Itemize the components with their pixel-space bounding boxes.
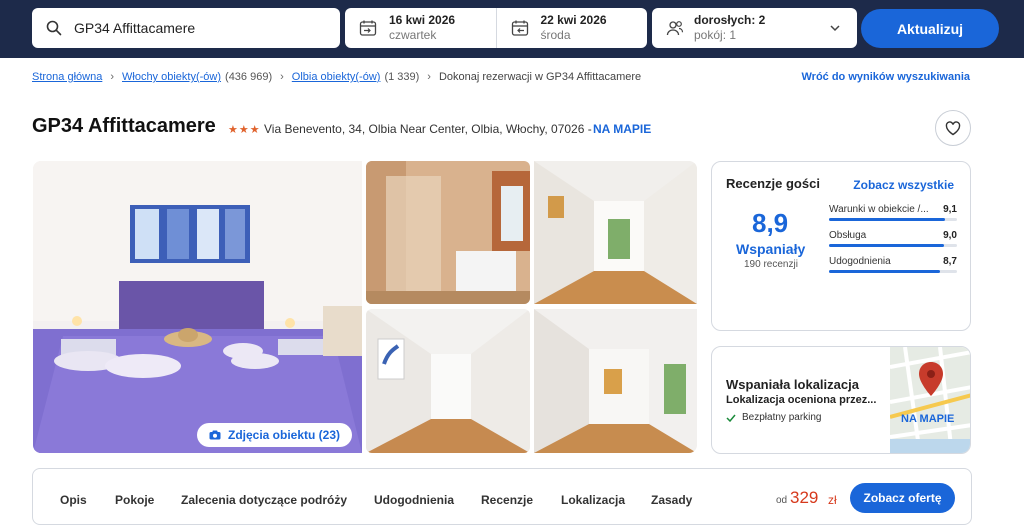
nav-tab-amenities[interactable]: Udogodnienia: [374, 493, 454, 507]
camera-icon: [209, 430, 221, 440]
nav-tab-policies[interactable]: Zasady: [651, 493, 692, 507]
breadcrumb-separator: ›: [110, 71, 114, 83]
top-search-bar: GP34 Affittacamere 16 kwi 2026 czwartek …: [0, 0, 1024, 58]
calendar-out-icon: [511, 20, 528, 36]
map-label[interactable]: NA MAPIE: [901, 413, 954, 425]
guests-rooms: pokój: 1: [694, 28, 737, 42]
review-count: 190 recenzji: [744, 259, 798, 270]
breadcrumb-country-count: (436 969): [225, 71, 273, 83]
subscore-bar-fill: [829, 270, 941, 273]
people-icon: [666, 21, 684, 36]
hotel-name: GP34 Affittacamere: [32, 115, 216, 137]
checkout-date: 22 kwi 2026: [540, 13, 607, 27]
subscore-bar: [829, 218, 957, 221]
all-photos-label: Zdjęcia obiektu (23): [228, 428, 341, 442]
back-to-results-link[interactable]: Wróć do wyników wyszukiwania: [801, 71, 970, 83]
breadcrumb-country[interactable]: Włochy obiekty(-ów): [122, 71, 221, 83]
subscore-label: Obsługa: [829, 230, 867, 241]
subscore-value: 9,1: [943, 204, 957, 215]
show-on-map-link[interactable]: NA MAPIE: [593, 122, 651, 136]
nav-tab-reviews[interactable]: Recenzje: [481, 493, 533, 507]
photo-hallway-2[interactable]: [534, 309, 697, 453]
nav-tab-description[interactable]: Opis: [60, 493, 87, 507]
star-icon: ★: [238, 124, 249, 136]
reviews-heading: Recenzje gości: [726, 176, 820, 191]
price-currency: zł: [828, 493, 837, 507]
subscore-bar-fill: [829, 218, 946, 221]
hotel-address: Via Benevento, 34, Olbia Near Center, Ol…: [264, 122, 592, 136]
search-icon: [46, 20, 62, 36]
subscore-bar: [829, 244, 957, 247]
location-card[interactable]: Wspaniała lokalizacja Lokalizacja ocenio…: [711, 346, 971, 454]
breadcrumb-separator: ›: [280, 71, 284, 83]
see-offer-button[interactable]: Zobacz ofertę: [850, 483, 955, 513]
main-photo-bedroom[interactable]: [33, 161, 362, 453]
breadcrumb: Strona główna › Włochy obiekty(-ów) (436…: [32, 71, 641, 83]
guests-adults: dorosłych: 2: [694, 13, 766, 27]
heart-icon: [945, 120, 961, 135]
guest-reviews-card: Recenzje gości Zobacz wszystkie 8,9 Wspa…: [711, 161, 971, 331]
subscore-bar-fill: [829, 244, 945, 247]
subscore-label: Udogodnienia: [829, 256, 891, 267]
search-input[interactable]: GP34 Affittacamere: [32, 8, 340, 48]
all-photos-button[interactable]: Zdjęcia obiektu (23): [197, 423, 353, 447]
star-icon: ★: [228, 124, 238, 136]
parking-label: Bezpłatny parking: [742, 412, 822, 423]
subscore-label: Warunki w obiekcie /...: [829, 204, 929, 215]
subscore-value: 9,0: [943, 230, 957, 241]
breadcrumb-current: Dokonaj rezerwacji w GP34 Affittacamere: [438, 71, 642, 83]
location-subtitle: Lokalizacja oceniona przez...: [726, 394, 877, 406]
nav-tab-travel-advice[interactable]: Zalecenia dotyczące podróży: [181, 493, 347, 507]
favorite-button[interactable]: [935, 110, 971, 146]
section-nav: Opis Pokoje Zalecenia dotyczące podróży …: [32, 468, 972, 525]
breadcrumb-city[interactable]: Olbia obiekty(-ów): [292, 71, 381, 83]
subscore-amenities: Udogodnienia 8,7: [829, 256, 957, 273]
photo-bathroom[interactable]: [366, 161, 530, 304]
star-icon: ★: [249, 124, 260, 136]
guests-selector[interactable]: dorosłych: 2 pokój: 1: [652, 8, 857, 48]
price-value: 329: [790, 488, 819, 507]
nav-tab-location[interactable]: Lokalizacja: [561, 493, 625, 507]
checkout-day: środa: [540, 28, 571, 42]
checkin-date: 16 kwi 2026: [389, 13, 456, 27]
update-button[interactable]: Aktualizuj: [861, 9, 999, 48]
parking-feature: Bezpłatny parking: [726, 412, 822, 423]
checkin-day: czwartek: [389, 28, 437, 42]
photo-hallway[interactable]: [534, 161, 697, 304]
breadcrumb-home[interactable]: Strona główna: [32, 71, 102, 83]
see-all-reviews-link[interactable]: Zobacz wszystkie: [853, 178, 954, 192]
chevron-down-icon: [830, 25, 840, 32]
check-icon: [726, 414, 736, 422]
nav-tab-rooms[interactable]: Pokoje: [115, 493, 154, 507]
star-rating: ★ ★ ★: [228, 123, 260, 136]
price-from-label: od: [776, 495, 788, 506]
map-thumbnail[interactable]: [890, 347, 971, 454]
checkout-field[interactable]: 22 kwi 2026 środa: [495, 8, 648, 48]
date-picker[interactable]: 16 kwi 2026 czwartek 22 kwi 2026 środa: [345, 8, 647, 48]
calendar-in-icon: [359, 20, 377, 36]
review-score: 8,9: [752, 208, 789, 238]
review-rating-word: Wspaniały: [736, 241, 806, 257]
subscore-value: 8,7: [943, 256, 957, 267]
photo-corridor[interactable]: [366, 309, 530, 453]
search-value: GP34 Affittacamere: [74, 20, 196, 36]
location-title: Wspaniała lokalizacja: [726, 377, 859, 392]
breadcrumb-separator: ›: [427, 71, 431, 83]
checkin-field[interactable]: 16 kwi 2026 czwartek: [345, 8, 496, 48]
subscore-service: Obsługa 9,0: [829, 230, 957, 247]
subscore-facilities: Warunki w obiekcie /... 9,1: [829, 204, 957, 221]
breadcrumb-city-count: (1 339): [384, 71, 420, 83]
subscore-bar: [829, 270, 957, 273]
